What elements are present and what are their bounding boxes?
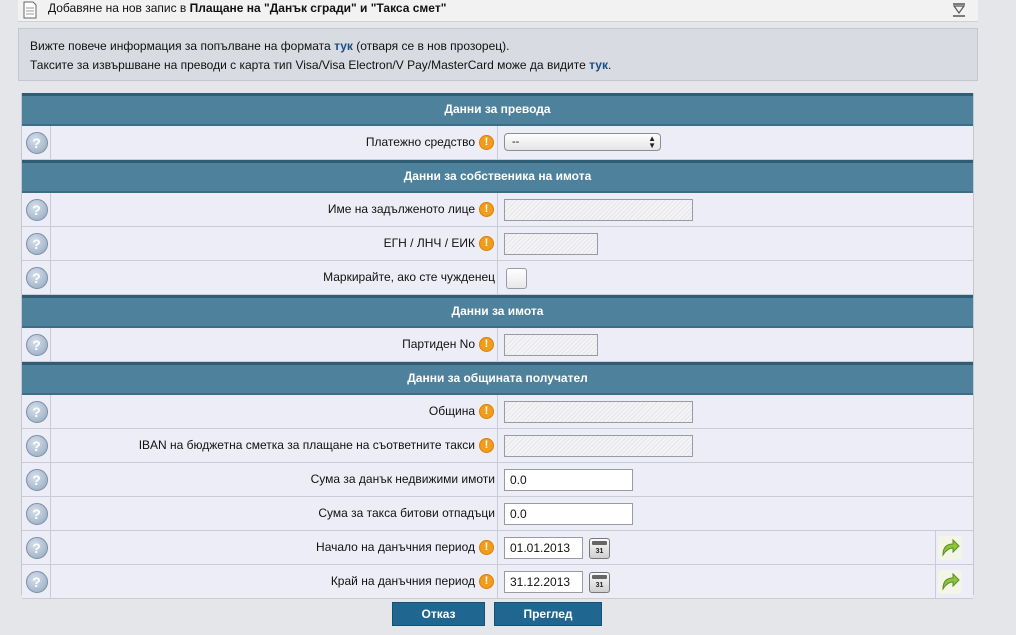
section-transfer: Данни за превода [22, 93, 973, 126]
payment-form: Данни за превода ? Платежно средство ! -… [22, 93, 973, 599]
copy-arrow-icon[interactable] [937, 569, 963, 595]
municipality-label: Община [428, 404, 475, 418]
property-tax-input[interactable]: 0.0 [504, 469, 633, 491]
title-bold: Плащане на "Данък сгради" и "Такса смет" [189, 1, 447, 15]
iban-input[interactable] [504, 435, 693, 457]
waste-fee-label: Сума за такса битови отпадъци [318, 506, 495, 520]
required-icon: ! [479, 540, 494, 555]
section-municipality: Данни за общината получател [22, 362, 973, 395]
row-period-end: ? Край на данъчния период ! 31.12.2013 3… [22, 565, 973, 599]
help-icon[interactable]: ? [25, 333, 48, 356]
section-property: Данни за имота [22, 295, 973, 328]
debtor-name-label: Име на задълженото лице [327, 202, 475, 216]
info-box: Вижте повече информация за попълване на … [18, 28, 978, 81]
info-link-instructions[interactable]: тук [334, 39, 353, 53]
row-payment-method: ? Платежно средство ! -- ▲ ▼ [22, 126, 973, 160]
help-icon[interactable]: ? [25, 198, 48, 221]
review-button[interactable]: Преглед [494, 602, 602, 626]
calendar-icon[interactable]: 31 [589, 572, 610, 593]
help-icon[interactable]: ? [25, 266, 48, 289]
municipality-input[interactable] [504, 401, 693, 423]
parcel-no-label: Партиден No [402, 337, 475, 351]
window-titlebar: Добавяне на нов запис в Плащане на "Данъ… [18, 0, 978, 22]
egn-input[interactable] [504, 233, 598, 255]
iban-label: IBAN на бюджетна сметка за плащане на съ… [138, 438, 475, 452]
foreigner-label: Маркирайте, ако сте чужденец [323, 270, 495, 284]
period-start-label: Начало на данъчния период [316, 540, 475, 554]
page-title: Добавяне на нов запис в Плащане на "Данъ… [48, 1, 446, 15]
info-link-fees[interactable]: тук [589, 58, 608, 72]
cancel-button[interactable]: Отказ [392, 602, 485, 626]
row-property-tax: ? Сума за данък недвижими имоти 0.0 [22, 463, 973, 497]
property-tax-label: Сума за данък недвижими имоти [310, 472, 495, 486]
parcel-no-input[interactable] [504, 334, 598, 356]
row-debtor-name: ? Име на задълженото лице ! [22, 193, 973, 227]
payment-method-label: Платежно средство [365, 135, 475, 149]
row-parcel-no: ? Партиден No ! [22, 328, 973, 362]
required-icon: ! [479, 574, 494, 589]
help-icon[interactable]: ? [25, 434, 48, 457]
collapse-icon[interactable] [950, 1, 968, 19]
foreigner-checkbox[interactable] [506, 268, 527, 289]
title-prefix: Добавяне на нов запис в [48, 1, 190, 15]
help-icon[interactable]: ? [25, 232, 48, 255]
copy-arrow-icon[interactable] [937, 535, 963, 561]
help-icon[interactable]: ? [25, 570, 48, 593]
help-icon[interactable]: ? [25, 502, 48, 525]
debtor-name-input[interactable] [504, 199, 693, 221]
required-icon: ! [479, 337, 494, 352]
period-end-label: Край на данъчния период [330, 574, 475, 588]
required-icon: ! [479, 202, 494, 217]
calendar-icon[interactable]: 31 [589, 538, 610, 559]
help-icon[interactable]: ? [25, 536, 48, 559]
required-icon: ! [479, 438, 494, 453]
help-icon[interactable]: ? [25, 400, 48, 423]
help-icon[interactable]: ? [25, 468, 48, 491]
required-icon: ! [479, 236, 494, 251]
row-egn: ? ЕГН / ЛНЧ / ЕИК ! [22, 227, 973, 261]
row-iban: ? IBAN на бюджетна сметка за плащане на … [22, 429, 973, 463]
period-start-input[interactable]: 01.01.2013 [504, 537, 583, 559]
waste-fee-input[interactable]: 0.0 [504, 503, 633, 525]
egn-label: ЕГН / ЛНЧ / ЕИК [383, 236, 475, 250]
period-end-input[interactable]: 31.12.2013 [504, 571, 583, 593]
document-icon [23, 1, 37, 19]
payment-method-select[interactable]: -- ▲ ▼ [504, 133, 661, 151]
info-line-2: Таксите за извършване на преводи с карта… [30, 58, 612, 72]
section-owner: Данни за собственика на имота [22, 160, 973, 193]
select-arrows-icon: ▲ ▼ [648, 134, 656, 150]
row-period-start: ? Начало на данъчния период ! 01.01.2013… [22, 531, 973, 565]
required-icon: ! [479, 135, 494, 150]
help-icon[interactable]: ? [25, 131, 48, 154]
row-waste-fee: ? Сума за такса битови отпадъци 0.0 [22, 497, 973, 531]
required-icon: ! [479, 404, 494, 419]
row-municipality: ? Община ! [22, 395, 973, 429]
info-line-1: Вижте повече информация за попълване на … [30, 39, 510, 53]
row-foreigner: ? Маркирайте, ако сте чужденец [22, 261, 973, 295]
